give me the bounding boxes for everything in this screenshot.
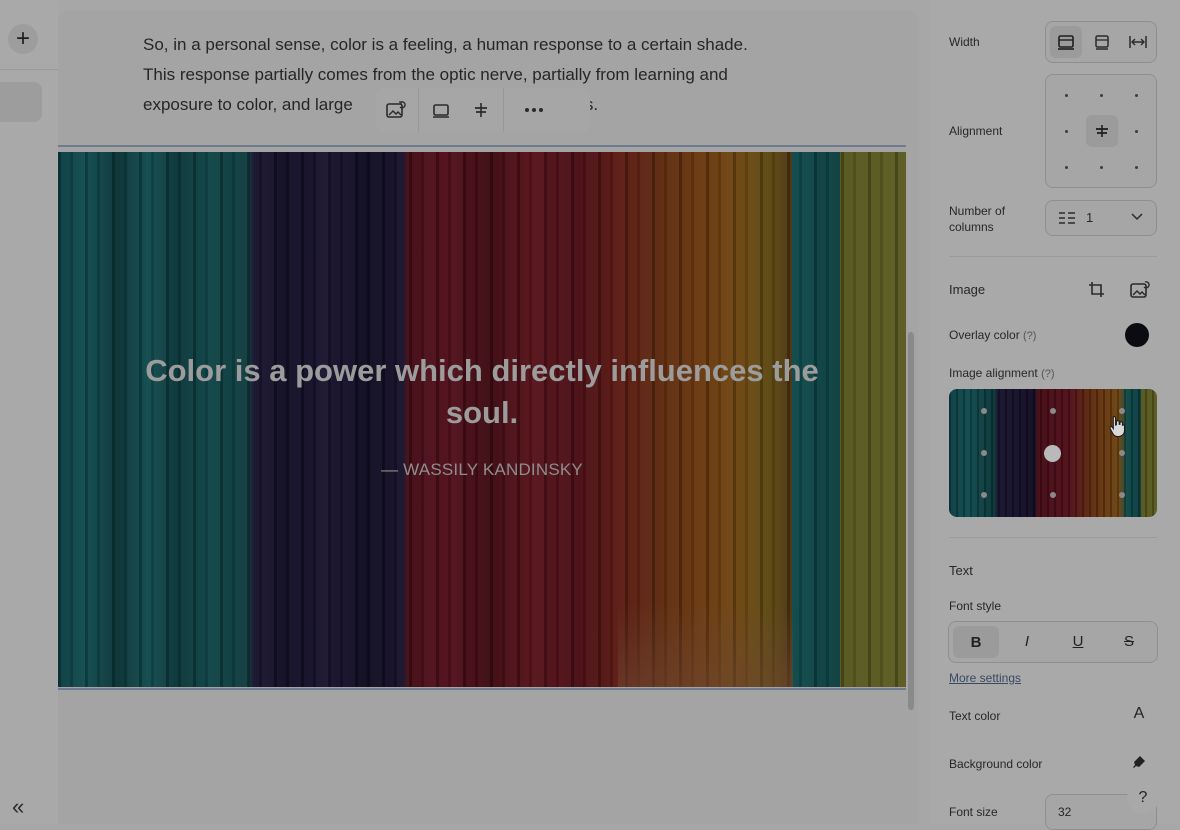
- alignment-dot: [1065, 94, 1068, 97]
- image-section-title: Image: [949, 282, 986, 297]
- help-icon: (?): [1023, 330, 1037, 342]
- bold-button[interactable]: B: [953, 626, 999, 658]
- question-icon: ?: [1138, 789, 1148, 806]
- alignment-dot: [1065, 166, 1068, 169]
- italic-button[interactable]: I: [1004, 622, 1050, 660]
- background-color-label: Background color: [949, 757, 1043, 771]
- underline-icon: U: [1072, 632, 1084, 650]
- columns-icon: [1059, 212, 1075, 224]
- width-wide-option[interactable]: [1086, 26, 1118, 58]
- wide-width-icon: [1095, 35, 1109, 50]
- focal-point-option[interactable]: [981, 492, 987, 498]
- strikethrough-button[interactable]: S: [1106, 622, 1152, 660]
- editor-canvas: So, in a personal sense, color is a feel…: [58, 10, 918, 824]
- alignment-dot: [1100, 166, 1103, 169]
- rail-divider: [0, 69, 58, 70]
- crop-icon: [1089, 282, 1104, 297]
- toolbar-separator: [418, 88, 419, 132]
- replace-image-panel-button[interactable]: [1128, 278, 1152, 302]
- more-options-button[interactable]: [506, 88, 562, 132]
- ellipsis-icon: [525, 108, 543, 112]
- font-size-label: Font size: [949, 805, 998, 819]
- focal-point-option[interactable]: [981, 450, 987, 456]
- columns-select[interactable]: 1: [1045, 200, 1157, 236]
- overlay-color-swatch[interactable]: [1125, 323, 1149, 347]
- full-width-icon: [1058, 35, 1074, 50]
- columns-value: 1: [1086, 210, 1094, 225]
- width-selector: [1045, 21, 1157, 63]
- background-color-button[interactable]: [1129, 752, 1149, 772]
- align-center-icon: [475, 103, 487, 117]
- text-color-button[interactable]: A: [1129, 704, 1149, 724]
- more-settings-link[interactable]: More settings: [949, 671, 1021, 685]
- hand-cursor-icon: [1109, 415, 1125, 437]
- cover-quote[interactable]: Color is a power which directly influenc…: [128, 350, 836, 434]
- stretch-width-icon: [1129, 36, 1147, 48]
- alignment-dot: [1135, 166, 1138, 169]
- paint-bucket-icon: [1133, 756, 1145, 768]
- font-style-group: B I U S: [948, 621, 1158, 663]
- columns-label: Number of columns: [949, 204, 1006, 234]
- image-alignment-picker[interactable]: [949, 389, 1157, 517]
- panel-divider: [949, 256, 1157, 257]
- alignment-center-option[interactable]: [1086, 115, 1118, 147]
- left-rail: + «: [0, 0, 58, 824]
- strikethrough-icon: S: [1123, 632, 1134, 650]
- block-selection-top: [58, 145, 906, 147]
- image-replace-icon: [386, 101, 406, 118]
- focal-point-option[interactable]: [1119, 450, 1125, 456]
- focal-point-option[interactable]: [981, 408, 987, 414]
- width-label: Width: [949, 35, 980, 49]
- cover-author[interactable]: — WASSILY KANDINSKY: [58, 460, 906, 480]
- panel-divider: [949, 537, 1157, 538]
- help-icon: (?): [1041, 368, 1055, 380]
- settings-panel: Width Alignment Number of columns 1 Imag…: [929, 0, 1180, 830]
- chevron-down-icon: [1131, 213, 1143, 221]
- paragraph-line-1: So, in a personal sense, color is a feel…: [143, 35, 748, 54]
- double-chevron-left-icon: «: [12, 794, 25, 819]
- text-color-label: Text color: [949, 709, 1001, 723]
- bold-icon: B: [970, 633, 982, 651]
- toolbar-separator: [503, 88, 504, 132]
- font-size-value: 32: [1058, 805, 1072, 819]
- full-width-icon: [433, 104, 449, 118]
- align-center-icon: [1096, 125, 1108, 137]
- focal-point-option[interactable]: [1050, 492, 1056, 498]
- alignment-dot: [1135, 94, 1138, 97]
- block-toolbar: [376, 88, 590, 132]
- width-full-option[interactable]: [1050, 26, 1082, 58]
- alignment-label: Alignment: [949, 124, 1003, 138]
- collapse-sidebar-button[interactable]: «: [12, 796, 24, 818]
- paragraph-line-2: This response partially comes from the o…: [143, 65, 728, 84]
- help-button[interactable]: ?: [1127, 782, 1159, 814]
- add-block-button[interactable]: +: [8, 24, 38, 54]
- focal-point-option[interactable]: [1119, 492, 1125, 498]
- align-button[interactable]: [461, 88, 501, 132]
- cover-block[interactable]: Color is a power which directly influenc…: [58, 152, 906, 687]
- image-replace-icon: [1130, 281, 1150, 298]
- underline-button[interactable]: U: [1055, 622, 1101, 660]
- italic-icon: I: [1024, 632, 1030, 650]
- focal-point-option[interactable]: [1050, 408, 1056, 414]
- crop-image-button[interactable]: [1085, 278, 1109, 302]
- width-button[interactable]: [421, 88, 461, 132]
- rail-item-selected[interactable]: [0, 82, 42, 122]
- font-style-label: Font style: [949, 599, 1002, 613]
- text-section-title: Text: [949, 563, 973, 578]
- width-stretch-option[interactable]: [1122, 26, 1154, 58]
- overlay-color-label: Overlay color (?): [949, 328, 1037, 342]
- block-selection-bottom: [58, 688, 906, 690]
- image-alignment-label: Image alignment (?): [949, 366, 1055, 380]
- alignment-dot: [1065, 130, 1068, 133]
- focal-point-option[interactable]: [1119, 408, 1125, 414]
- alignment-dot: [1135, 130, 1138, 133]
- text-color-icon: A: [1133, 705, 1145, 722]
- plus-icon: +: [15, 25, 30, 52]
- canvas-scrollbar[interactable]: [908, 332, 914, 710]
- cover-image-floor: [618, 602, 793, 687]
- focal-point-selected[interactable]: [1044, 445, 1061, 462]
- alignment-grid[interactable]: [1045, 74, 1157, 188]
- replace-image-button[interactable]: [376, 88, 416, 132]
- alignment-dot: [1100, 94, 1103, 97]
